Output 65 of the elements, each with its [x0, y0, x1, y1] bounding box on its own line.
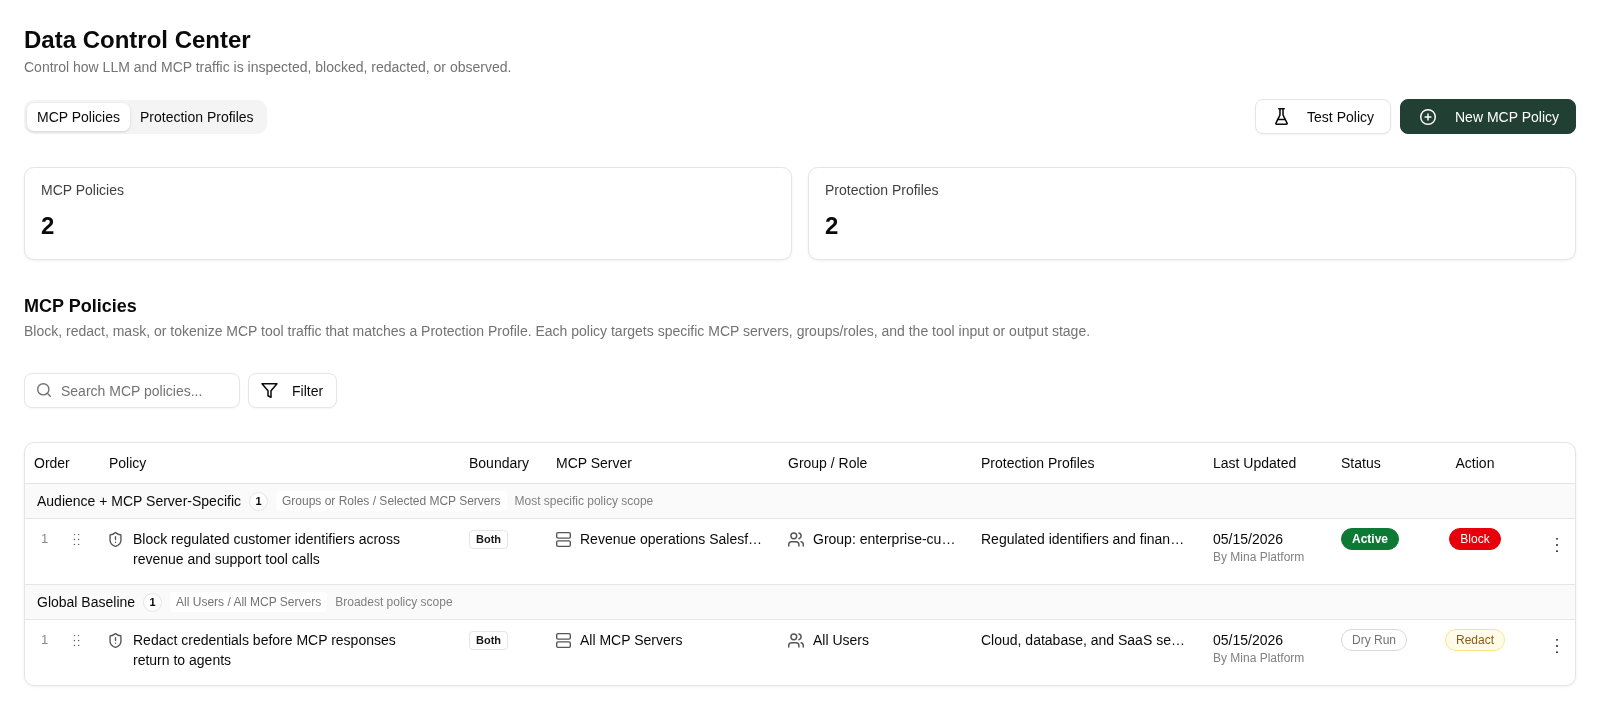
group-name: Audience + MCP Server-Specific — [37, 493, 241, 509]
order-number: 1 — [41, 530, 49, 548]
column-header: Protection Profiles — [981, 455, 1095, 471]
profile-names: Regulated identifiers and finan… — [981, 530, 1185, 549]
drag-handle-icon[interactable] — [73, 532, 81, 546]
column-header: Order — [34, 455, 70, 471]
server-icon — [556, 531, 571, 547]
column-header: Action — [1455, 455, 1495, 471]
users-icon — [788, 531, 804, 547]
server-icon — [556, 632, 571, 648]
updated-by: By Mina Platform — [1213, 650, 1305, 666]
order-number: 1 — [41, 631, 49, 649]
filter-button[interactable]: Filter — [248, 373, 338, 408]
count-badge: 1 — [143, 592, 163, 612]
scope-note: Most specific policy scope — [514, 494, 654, 508]
column-header: Group / Role — [788, 455, 868, 471]
column-header: Boundary — [469, 455, 529, 471]
stat-value: 2 — [825, 211, 840, 241]
users-icon — [788, 632, 804, 648]
updated-date: 05/15/2026 — [1213, 631, 1284, 650]
column-header: MCP Server — [556, 455, 632, 471]
tab[interactable]: Protection Profiles — [130, 102, 264, 131]
test-policy-button[interactable]: Test Policy — [1255, 99, 1391, 134]
boundary-badge: Both — [469, 530, 509, 549]
stat-label: Protection Profiles — [825, 181, 940, 200]
shield-alert-icon — [109, 633, 122, 648]
action-badge: Block — [1449, 528, 1501, 550]
count-badge: 1 — [249, 491, 268, 511]
scope-tag: Groups or Roles / Selected MCP Servers — [276, 491, 507, 511]
stat-value: 2 — [41, 211, 56, 241]
section-description: Block, redact, mask, or tokenize MCP tool traffic that matches a Protection Profile. Each policy targets specific MCP servers, groups/roles, and the tool input or output stage. — [24, 322, 1092, 341]
column-header: Status — [1341, 455, 1381, 471]
policy-name: Block regulated customer identifiers across revenue and support tool calls — [133, 530, 401, 569]
page-title: Data Control Center — [24, 25, 252, 55]
drag-handle-icon[interactable] — [73, 633, 81, 647]
more-menu-icon[interactable] — [1555, 537, 1559, 553]
group-role-name: All Users — [813, 631, 869, 650]
group-name: Global Baseline — [37, 594, 136, 610]
tab[interactable]: MCP Policies — [27, 102, 130, 131]
action-badge: Redact — [1445, 629, 1505, 651]
group-role-name: Group: enterprise-cu… — [813, 530, 956, 549]
server-name: Revenue operations Salesf… — [580, 530, 763, 549]
new-policy-button[interactable]: New MCP Policy — [1400, 99, 1576, 134]
column-header: Last Updated — [1213, 455, 1297, 471]
section-title: MCP Policies — [24, 295, 138, 318]
profile-names: Cloud, database, and SaaS se… — [981, 631, 1185, 650]
plus-circle-icon — [1420, 108, 1436, 125]
updated-by: By Mina Platform — [1213, 549, 1305, 565]
more-menu-icon[interactable] — [1555, 638, 1559, 654]
scope-tag: All Users / All MCP Servers — [170, 592, 328, 612]
page-subtitle: Control how LLM and MCP traffic is inspected, blocked, redacted, or observed. — [24, 58, 513, 77]
boundary-badge: Both — [469, 631, 509, 650]
scope-note: Broadest policy scope — [335, 595, 453, 609]
flask-icon — [1275, 108, 1289, 125]
policy-name: Redact credentials before MCP responses return to agents — [133, 631, 397, 670]
shield-alert-icon — [109, 532, 122, 547]
search-field[interactable]: Search MCP policies... — [24, 373, 240, 408]
search-icon — [37, 383, 51, 397]
server-name: All MCP Servers — [580, 631, 683, 650]
status-badge: Active — [1341, 528, 1400, 550]
column-header: Policy — [109, 455, 147, 471]
status-badge: Dry Run — [1341, 629, 1407, 651]
updated-date: 05/15/2026 — [1213, 530, 1284, 549]
filter-icon — [261, 383, 278, 398]
stat-label: MCP Policies — [41, 181, 125, 200]
